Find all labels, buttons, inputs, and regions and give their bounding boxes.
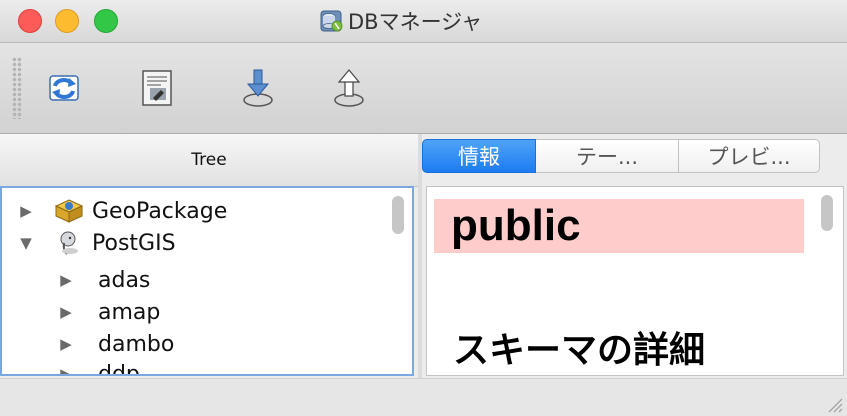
schema-detail-heading: スキーマの詳細: [453, 330, 706, 371]
tree-scrollbar[interactable]: [392, 196, 404, 234]
geopackage-icon: [54, 199, 84, 223]
title-bar: DBマネージャ: [0, 0, 847, 43]
import-layer-button[interactable]: [234, 61, 282, 115]
info-scrollbar[interactable]: [821, 195, 833, 231]
tree-item-label: ddp: [98, 361, 140, 376]
tree-header-label: Tree: [191, 150, 227, 170]
tab-label: 情報: [458, 145, 500, 169]
tree-item-schema[interactable]: ▶ ddp: [56, 358, 140, 376]
refresh-icon: [49, 75, 79, 101]
export-icon: [334, 69, 364, 107]
disclosure-collapsed-icon[interactable]: ▶: [56, 271, 76, 289]
import-layer-icon: [243, 69, 273, 107]
export-button[interactable]: [325, 61, 373, 115]
disclosure-collapsed-icon[interactable]: ▶: [56, 303, 76, 321]
tree-header[interactable]: Tree: [0, 134, 418, 187]
tab-info[interactable]: 情報: [422, 139, 536, 173]
tree-item-schema[interactable]: ▶ amap: [56, 296, 160, 328]
toolbar: [0, 43, 847, 134]
tree-item-schema[interactable]: ▶ adas: [56, 264, 150, 296]
tab-label: テー...: [575, 145, 639, 169]
tree-view[interactable]: ▶ GeoPackage ▼ PostGIS ▶ adas ▶ amap ▶ d…: [0, 186, 414, 376]
info-panel[interactable]: public スキーマの詳細: [426, 186, 844, 376]
schema-name-banner: public: [434, 199, 804, 253]
tree-item-label: amap: [98, 299, 161, 325]
db-manager-window: DBマネージャ Tree ▶ GeoPackage ▼ PostGIS ▶ ad…: [0, 0, 847, 416]
info-tabs: 情報 テー... プレビ...: [422, 139, 844, 175]
tab-preview[interactable]: プレビ...: [679, 139, 820, 173]
resize-grip-icon[interactable]: [825, 395, 843, 413]
tree-item-geopackage[interactable]: ▶ GeoPackage: [16, 195, 227, 227]
disclosure-collapsed-icon[interactable]: ▶: [16, 202, 36, 220]
tree-item-label: adas: [98, 267, 151, 293]
tab-label: プレビ...: [707, 145, 791, 169]
tree-item-schema[interactable]: ▶ dambo: [56, 328, 174, 360]
postgis-elephant-icon: [60, 231, 78, 255]
sql-window-button[interactable]: [133, 61, 181, 115]
tree-item-label: PostGIS: [92, 230, 176, 256]
disclosure-collapsed-icon[interactable]: ▶: [56, 365, 76, 374]
tab-table[interactable]: テー...: [536, 139, 679, 173]
tree-item-label: dambo: [98, 331, 175, 357]
close-window-button[interactable]: [18, 9, 42, 33]
minimize-window-button[interactable]: [55, 9, 79, 33]
tree-item-postgis[interactable]: ▼ PostGIS: [16, 227, 176, 259]
sql-window-icon: [142, 70, 172, 106]
disclosure-collapsed-icon[interactable]: ▶: [56, 335, 76, 353]
toolbar-grip[interactable]: [12, 57, 22, 119]
window-title-group: DBマネージャ: [318, 7, 482, 35]
refresh-button[interactable]: [40, 61, 88, 115]
disclosure-expanded-icon[interactable]: ▼: [16, 234, 36, 252]
zoom-window-button[interactable]: [94, 9, 118, 33]
tree-item-label: GeoPackage: [92, 198, 228, 224]
database-icon: [320, 10, 343, 32]
window-title: DBマネージャ: [348, 10, 483, 34]
status-bar: [0, 378, 847, 416]
